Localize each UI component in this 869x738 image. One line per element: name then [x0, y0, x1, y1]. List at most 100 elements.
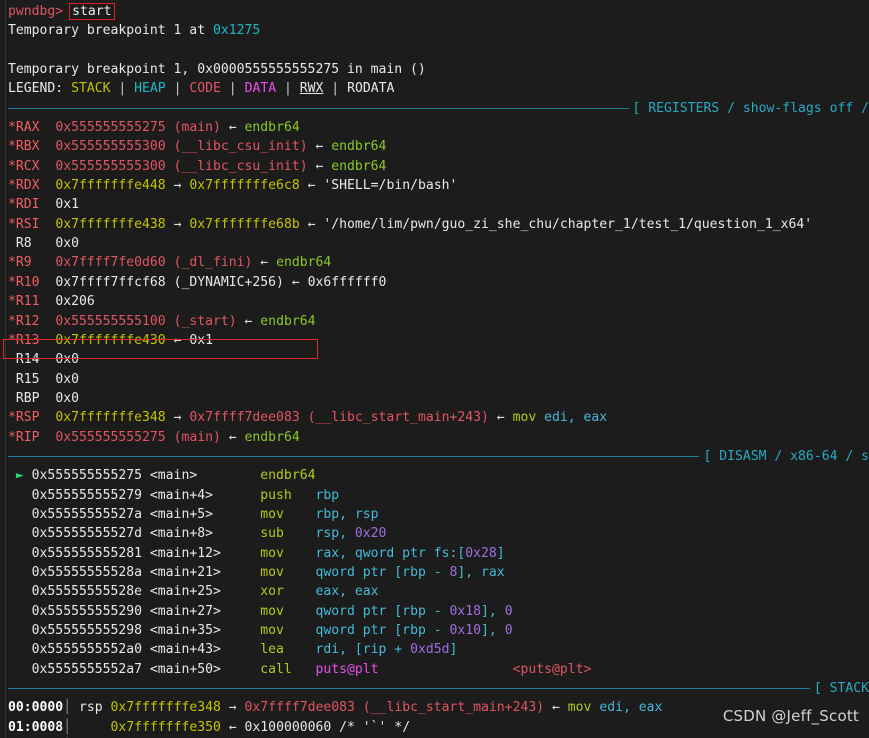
insn-mnemonic: mov — [512, 410, 537, 426]
terminal-window[interactable]: pwndbg> start Temporary breakpoint 1 at … — [0, 0, 869, 738]
disasm-operand: rbp — [315, 487, 340, 503]
disasm-row: ► 0x555555555275 <main> endbr64 — [8, 466, 869, 485]
register-name: R15 — [8, 371, 56, 387]
stack-divider: │ — [63, 700, 72, 716]
chain-symbol: (__libc_start_main+243) — [299, 410, 489, 426]
register-symbol: (main) — [165, 429, 221, 445]
register-name: *RSP — [8, 410, 56, 426]
disasm-address: 0x55555555528e — [31, 584, 150, 600]
register-value: 0x7fffffffe348 — [55, 410, 166, 426]
register-row: *R9 0x7ffff7fe0d60 (_dl_fini) ← endbr64 — [8, 253, 869, 272]
disassembly-panel: ► 0x555555555275 <main> endbr64 0x555555… — [8, 466, 869, 679]
disasm-symbol: <main+43> — [149, 642, 261, 658]
chain-value: endbr64 — [331, 139, 387, 155]
banner-registers: [ REGISTERS / show-flags off / — [8, 98, 869, 119]
register-name: *R9 — [8, 255, 56, 271]
register-value: 0x7ffff7ffcf68 — [55, 274, 166, 290]
chain-symbol: (__libc_start_main+243) — [354, 700, 545, 716]
legend-sep-4: | — [276, 81, 300, 97]
chain-arrow: → — [220, 700, 245, 716]
register-symbol: (_dl_fini) — [165, 255, 253, 271]
chain-arrow: ← — [220, 429, 245, 445]
stack-offset: 01:0008 — [8, 719, 64, 735]
disasm-row: 0x555555555281 <main+12> mov rax, qword … — [8, 544, 869, 563]
register-value: 0x0 — [55, 390, 79, 406]
register-row: *RDX 0x7fffffffe448 → 0x7fffffffe6c8 ← '… — [8, 176, 869, 195]
stack-address: 0x7fffffffe350 — [110, 719, 221, 735]
register-name: R8 — [8, 236, 56, 252]
current-instruction-marker — [8, 662, 32, 677]
register-name: RBP — [8, 390, 56, 406]
chain-value: 0x6ffffff0 — [307, 274, 387, 290]
legend-sep-3: | — [220, 81, 245, 97]
disasm-mnemonic: sub — [260, 526, 316, 542]
disasm-row: 0x55555555527d <main+8> sub rsp, 0x20 — [8, 524, 869, 543]
register-row: *RBX 0x555555555300 (__libc_csu_init) ← … — [8, 137, 869, 156]
current-instruction-marker — [8, 507, 32, 522]
disasm-operand: ], — [481, 603, 505, 619]
insn-operands: edi, eax — [544, 410, 608, 426]
disasm-mnemonic: mov — [260, 603, 316, 619]
disasm-address: 0x555555555275 — [31, 468, 150, 484]
register-value: 0x555555555300 — [55, 139, 166, 155]
register-row: *RSP 0x7fffffffe348 → 0x7ffff7dee083 (__… — [8, 408, 869, 427]
disasm-address: 0x555555555298 — [31, 623, 150, 638]
chain-arrow: ← — [307, 158, 332, 174]
banner-stack: [ STACK — [8, 679, 869, 699]
disasm-symbol: <main+4> — [149, 487, 261, 503]
chain-value: 0x7fffffffe68b — [189, 216, 300, 232]
disasm-address: 0x555555555281 — [31, 545, 150, 561]
chain-value: endbr64 — [244, 429, 300, 445]
disasm-operand: puts@plt — [315, 661, 379, 677]
chain-arrow: ← — [299, 178, 324, 194]
disasm-operand: ], — [481, 623, 505, 638]
chain-value: 0x100000060 /* '`' */ — [244, 719, 411, 735]
register-name: R14 — [8, 352, 56, 368]
disasm-operand: ] — [449, 642, 458, 658]
register-row: *R12 0x555555555100 (_start) ← endbr64 — [8, 312, 869, 331]
disasm-address: 0x5555555552a7 — [31, 661, 150, 677]
disasm-operand: qword ptr [rbp - — [315, 603, 450, 619]
disasm-address: 0x55555555528a — [31, 564, 150, 580]
chain-arrow: → — [165, 410, 190, 426]
disasm-symbol: <main> — [149, 468, 261, 484]
disasm-operand: 0 — [504, 603, 513, 619]
disasm-mnemonic: lea — [260, 642, 316, 658]
disasm-symbol: <main+50> — [149, 661, 261, 677]
register-value: 0x0 — [55, 236, 79, 252]
disasm-row: 0x55555555527a <main+5> mov rbp, rsp — [8, 505, 869, 524]
disasm-address: 0x55555555527a — [31, 506, 150, 522]
register-row: R15 0x0 — [8, 370, 869, 389]
register-symbol: (__libc_csu_init) — [165, 158, 308, 174]
register-symbol: (__libc_csu_init) — [165, 139, 308, 155]
register-name: *R10 — [8, 274, 56, 290]
current-instruction-marker — [8, 642, 32, 657]
chain-arrow: ← — [220, 719, 245, 735]
register-name: *RSI — [8, 216, 56, 232]
register-row: R8 0x0 — [8, 234, 869, 253]
disasm-operand: ], rax — [457, 564, 505, 580]
breakpoint-set-addr: 0x1275 — [212, 23, 261, 39]
legend-code: CODE — [189, 81, 221, 97]
disasm-address: 0x555555555279 — [31, 487, 150, 503]
disasm-row: 0x5555555552a7 <main+50> call puts@plt <… — [8, 660, 869, 679]
disasm-mnemonic: push — [260, 487, 316, 503]
chain-arrow: ← — [283, 274, 308, 290]
disasm-row: 0x555555555290 <main+27> mov qword ptr [… — [8, 602, 869, 621]
chain-arrow: ← — [299, 216, 324, 232]
current-instruction-marker — [8, 546, 32, 561]
disasm-symbol: <main+5> — [149, 506, 261, 522]
stack-address: 0x7fffffffe348 — [110, 700, 221, 716]
current-instruction-marker — [8, 604, 32, 619]
disasm-operand: 0x18 — [449, 603, 482, 619]
prompt-command[interactable]: start — [69, 3, 115, 20]
chain-value: '/home/lim/pwn/guo_zi_she_chu/chapter_1/… — [323, 216, 813, 232]
chain-arrow: ← — [236, 313, 261, 329]
chain-arrow: ← — [544, 700, 568, 716]
legend-sep-5: | — [323, 81, 348, 97]
disasm-mnemonic: call — [260, 661, 316, 677]
register-name: *RCX — [8, 158, 56, 174]
chain-arrow: → — [165, 178, 190, 194]
disasm-address: 0x5555555552a0 — [31, 642, 150, 658]
banner-disasm: [ DISASM / x86-64 / s — [8, 446, 869, 467]
